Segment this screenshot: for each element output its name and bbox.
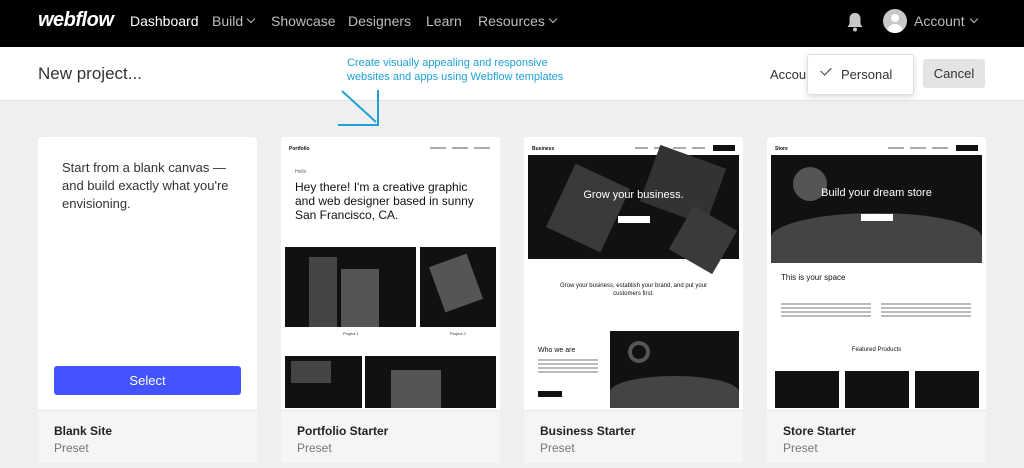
nav-learn[interactable]: Learn bbox=[426, 13, 462, 29]
preview-nav-links bbox=[430, 147, 490, 150]
preview-featured-title: Featured Products bbox=[851, 347, 902, 353]
nav-dashboard-label: Dashboard bbox=[130, 13, 199, 29]
preview-button bbox=[538, 391, 562, 397]
card-title: Portfolio Starter bbox=[297, 424, 389, 438]
business-preview: Business Grow your business. Grow your b… bbox=[528, 141, 739, 408]
card-footer: Portfolio Starter Preset bbox=[281, 410, 500, 463]
nav-designers-label: Designers bbox=[348, 13, 412, 29]
preview-brand: Business bbox=[532, 146, 555, 152]
preview-hero: Grow your business. bbox=[528, 144, 739, 275]
preview-project-2: Project 2 bbox=[450, 331, 466, 336]
nav-designers[interactable]: Designers bbox=[348, 13, 411, 29]
annotation-text: Create visually appealing and responsive… bbox=[347, 57, 564, 83]
card-footer: Business Starter Preset bbox=[524, 410, 743, 463]
preview-cta bbox=[713, 145, 735, 151]
checkmark-icon bbox=[820, 64, 832, 76]
preview-cta bbox=[956, 145, 978, 151]
nav-dashboard[interactable]: Dashboard bbox=[130, 13, 199, 29]
template-card-business[interactable]: Business Grow your business. Grow your b… bbox=[524, 137, 743, 463]
preview-nav-links bbox=[888, 147, 948, 150]
template-card-portfolio[interactable]: Portfolio Hello Hey there! I'm a creativ… bbox=[281, 137, 500, 463]
preview-headline: Hey there! I'm a creative graphic and we… bbox=[295, 180, 474, 222]
preview-hero-title: Build your dream store bbox=[821, 187, 932, 199]
template-card-blank[interactable]: Start from a blank canvas — and build ex… bbox=[38, 137, 257, 463]
nav-learn-label: Learn bbox=[426, 13, 462, 29]
card-subtitle: Preset bbox=[783, 441, 818, 455]
preview-body-text bbox=[781, 303, 871, 319]
preview-section-title: This is your space bbox=[781, 273, 846, 282]
preview-section-title: Who we are bbox=[538, 347, 576, 354]
chevron-down-icon bbox=[548, 14, 558, 24]
preview-project-1: Project 1 bbox=[343, 331, 359, 336]
preview-nav: Store bbox=[771, 145, 982, 153]
preview-image bbox=[420, 247, 496, 327]
account-menu[interactable]: Account bbox=[914, 13, 978, 29]
preview-image bbox=[285, 356, 362, 408]
nav-build[interactable]: Build bbox=[212, 13, 256, 29]
portfolio-preview: Portfolio Hello Hey there! I'm a creativ… bbox=[285, 141, 496, 408]
card-subtitle: Preset bbox=[54, 441, 89, 455]
card-subtitle: Preset bbox=[540, 441, 575, 455]
preview-nav: Business bbox=[528, 145, 739, 153]
preview-product bbox=[845, 371, 909, 408]
preview-eyebrow: Hello bbox=[295, 169, 307, 175]
bell-icon[interactable] bbox=[846, 12, 864, 32]
webflow-logo[interactable]: webflow bbox=[38, 9, 114, 32]
select-button[interactable]: Select bbox=[54, 366, 241, 395]
nav-resources[interactable]: Resources bbox=[478, 13, 558, 29]
card-title: Store Starter bbox=[783, 424, 856, 438]
card-title: Blank Site bbox=[54, 424, 113, 438]
preview-hero: Build your dream store bbox=[771, 155, 982, 263]
template-card-store[interactable]: Store Build your dream store This is you… bbox=[767, 137, 986, 463]
preview-product bbox=[915, 371, 979, 408]
preview-brand: Store bbox=[775, 146, 788, 152]
nav-showcase-label: Showcase bbox=[271, 13, 336, 29]
chevron-down-icon bbox=[969, 14, 978, 24]
chevron-down-icon bbox=[246, 14, 256, 24]
account-label: Account bbox=[914, 13, 965, 29]
card-title: Business Starter bbox=[540, 424, 636, 438]
user-avatar-icon[interactable] bbox=[883, 9, 907, 33]
preview-tagline: Grow your business, establish your brand… bbox=[559, 283, 708, 297]
preview-body-text bbox=[538, 359, 598, 375]
nav-showcase[interactable]: Showcase bbox=[271, 13, 336, 29]
top-nav: webflow Dashboard Build Showcase Designe… bbox=[0, 0, 1024, 47]
card-footer: Blank Site Preset bbox=[38, 410, 257, 463]
preview-image bbox=[365, 356, 496, 408]
page-title: New project... bbox=[38, 64, 142, 83]
preview-body-text bbox=[881, 303, 971, 319]
card-subtitle: Preset bbox=[297, 441, 332, 455]
cancel-button[interactable]: Cancel bbox=[923, 59, 985, 88]
preview-brand: Portfolio bbox=[289, 146, 310, 152]
workspace-option-personal[interactable]: Personal bbox=[841, 67, 892, 82]
workspace-dropdown[interactable]: Personal bbox=[807, 54, 914, 95]
preview-nav: Portfolio bbox=[285, 145, 496, 153]
nav-resources-label: Resources bbox=[478, 13, 545, 29]
nav-build-label: Build bbox=[212, 13, 244, 29]
annotation-arrow-icon bbox=[338, 90, 379, 126]
card-footer: Store Starter Preset bbox=[767, 410, 986, 463]
preview-image bbox=[285, 247, 416, 327]
preview-hero-title: Grow your business. bbox=[583, 189, 684, 201]
blank-site-description: Start from a blank canvas — and build ex… bbox=[62, 160, 229, 211]
preview-product bbox=[775, 371, 839, 408]
preview-image bbox=[610, 331, 739, 408]
store-preview: Store Build your dream store This is you… bbox=[771, 141, 982, 408]
workspace-account-label: Account bbox=[770, 67, 810, 82]
